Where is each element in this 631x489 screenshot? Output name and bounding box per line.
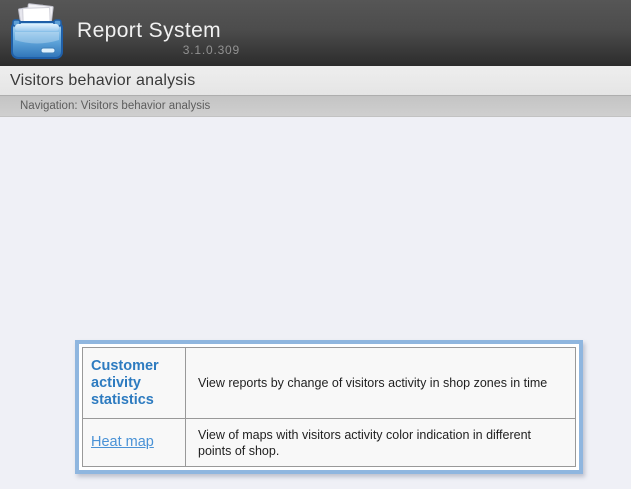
- content-area: Customer activity statistics View report…: [0, 117, 631, 489]
- app-banner: Report System 3.1.0.309: [0, 0, 631, 66]
- table-row: Heat map: [83, 419, 186, 466]
- heat-map-link[interactable]: Heat map: [91, 434, 154, 451]
- document-drawer-icon: [9, 3, 65, 63]
- table-cell-description: View of maps with visitors activity colo…: [186, 419, 575, 466]
- breadcrumb: Navigation: Visitors behavior analysis: [20, 100, 210, 112]
- customer-activity-statistics-link[interactable]: Customer activity statistics: [91, 358, 179, 409]
- page-title-bar: Visitors behavior analysis: [0, 66, 631, 95]
- table-cell-description: View reports by change of visitors activ…: [186, 348, 575, 419]
- heat-map-description: View of maps with visitors activity colo…: [198, 427, 559, 459]
- banner-text: Report System 3.1.0.309: [77, 20, 240, 57]
- app-version: 3.1.0.309: [77, 43, 240, 57]
- reports-menu-grid: Customer activity statistics View report…: [82, 347, 576, 467]
- table-row: Customer activity statistics: [83, 348, 186, 419]
- reports-menu-table: Customer activity statistics View report…: [75, 340, 583, 474]
- customer-activity-statistics-description: View reports by change of visitors activ…: [198, 375, 547, 391]
- breadcrumb-bar: Navigation: Visitors behavior analysis: [0, 95, 631, 117]
- app-title: Report System: [77, 20, 240, 42]
- report-system-window: Report System 3.1.0.309 Visitors behavio…: [0, 0, 631, 489]
- page-title: Visitors behavior analysis: [10, 72, 195, 90]
